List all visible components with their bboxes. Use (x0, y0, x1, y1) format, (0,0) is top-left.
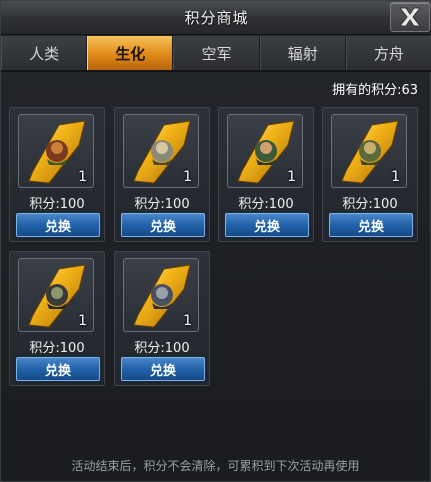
item-price: 积分:100 (29, 341, 85, 356)
item-icon-frame[interactable]: 1 (18, 258, 94, 332)
tab-mutant[interactable]: 生化 (87, 36, 174, 70)
item-price: 积分:100 (134, 197, 190, 212)
item-count: 1 (183, 313, 192, 329)
shop-item-5: 1 积分:100 兑换 (9, 251, 105, 386)
item-icon-frame[interactable]: 1 (331, 114, 407, 188)
shop-item-6: 1 积分:100 兑换 (114, 251, 210, 386)
item-count: 1 (391, 169, 400, 185)
item-count: 1 (78, 169, 87, 185)
owned-points: 拥有的积分:63 (332, 83, 418, 98)
redeem-button[interactable]: 兑换 (16, 213, 100, 237)
item-price: 积分:100 (134, 341, 190, 356)
window-title: 积分商城 (184, 9, 249, 27)
shop-item-4: 1 积分:100 兑换 (322, 107, 418, 242)
tab-air-force[interactable]: 空军 (173, 36, 260, 70)
item-icon-frame[interactable]: 1 (18, 114, 94, 188)
redeem-button[interactable]: 兑换 (16, 357, 100, 381)
redeem-button[interactable]: 兑换 (121, 357, 205, 381)
item-count: 1 (183, 169, 192, 185)
title-bar: 积分商城 (1, 1, 431, 35)
item-price: 积分:100 (342, 197, 398, 212)
item-icon-frame[interactable]: 1 (227, 114, 303, 188)
points-shop-window: 积分商城 人类 生化 空军 辐射 方舟 拥有的积分:63 1 积分:100 兑换… (0, 0, 431, 482)
tab-radiation[interactable]: 辐射 (259, 36, 346, 70)
item-price: 积分:100 (29, 197, 85, 212)
footer-note: 活动结束后，积分不会清除，可累积到下次活动再使用 (71, 459, 360, 473)
close-x-icon (398, 7, 422, 27)
tab-ark[interactable]: 方舟 (345, 36, 431, 70)
item-count: 1 (78, 313, 87, 329)
close-button[interactable] (390, 2, 430, 32)
shop-item-1: 1 积分:100 兑换 (9, 107, 105, 242)
item-icon-frame[interactable]: 1 (123, 258, 199, 332)
redeem-button[interactable]: 兑换 (121, 213, 205, 237)
shop-item-3: 1 积分:100 兑换 (218, 107, 314, 242)
tab-human[interactable]: 人类 (1, 36, 88, 70)
category-tabs: 人类 生化 空军 辐射 方舟 (1, 36, 431, 72)
item-count: 1 (287, 169, 296, 185)
item-icon-frame[interactable]: 1 (123, 114, 199, 188)
shop-item-2: 1 积分:100 兑换 (114, 107, 210, 242)
redeem-button[interactable]: 兑换 (329, 213, 413, 237)
item-price: 积分:100 (238, 197, 294, 212)
redeem-button[interactable]: 兑换 (225, 213, 309, 237)
